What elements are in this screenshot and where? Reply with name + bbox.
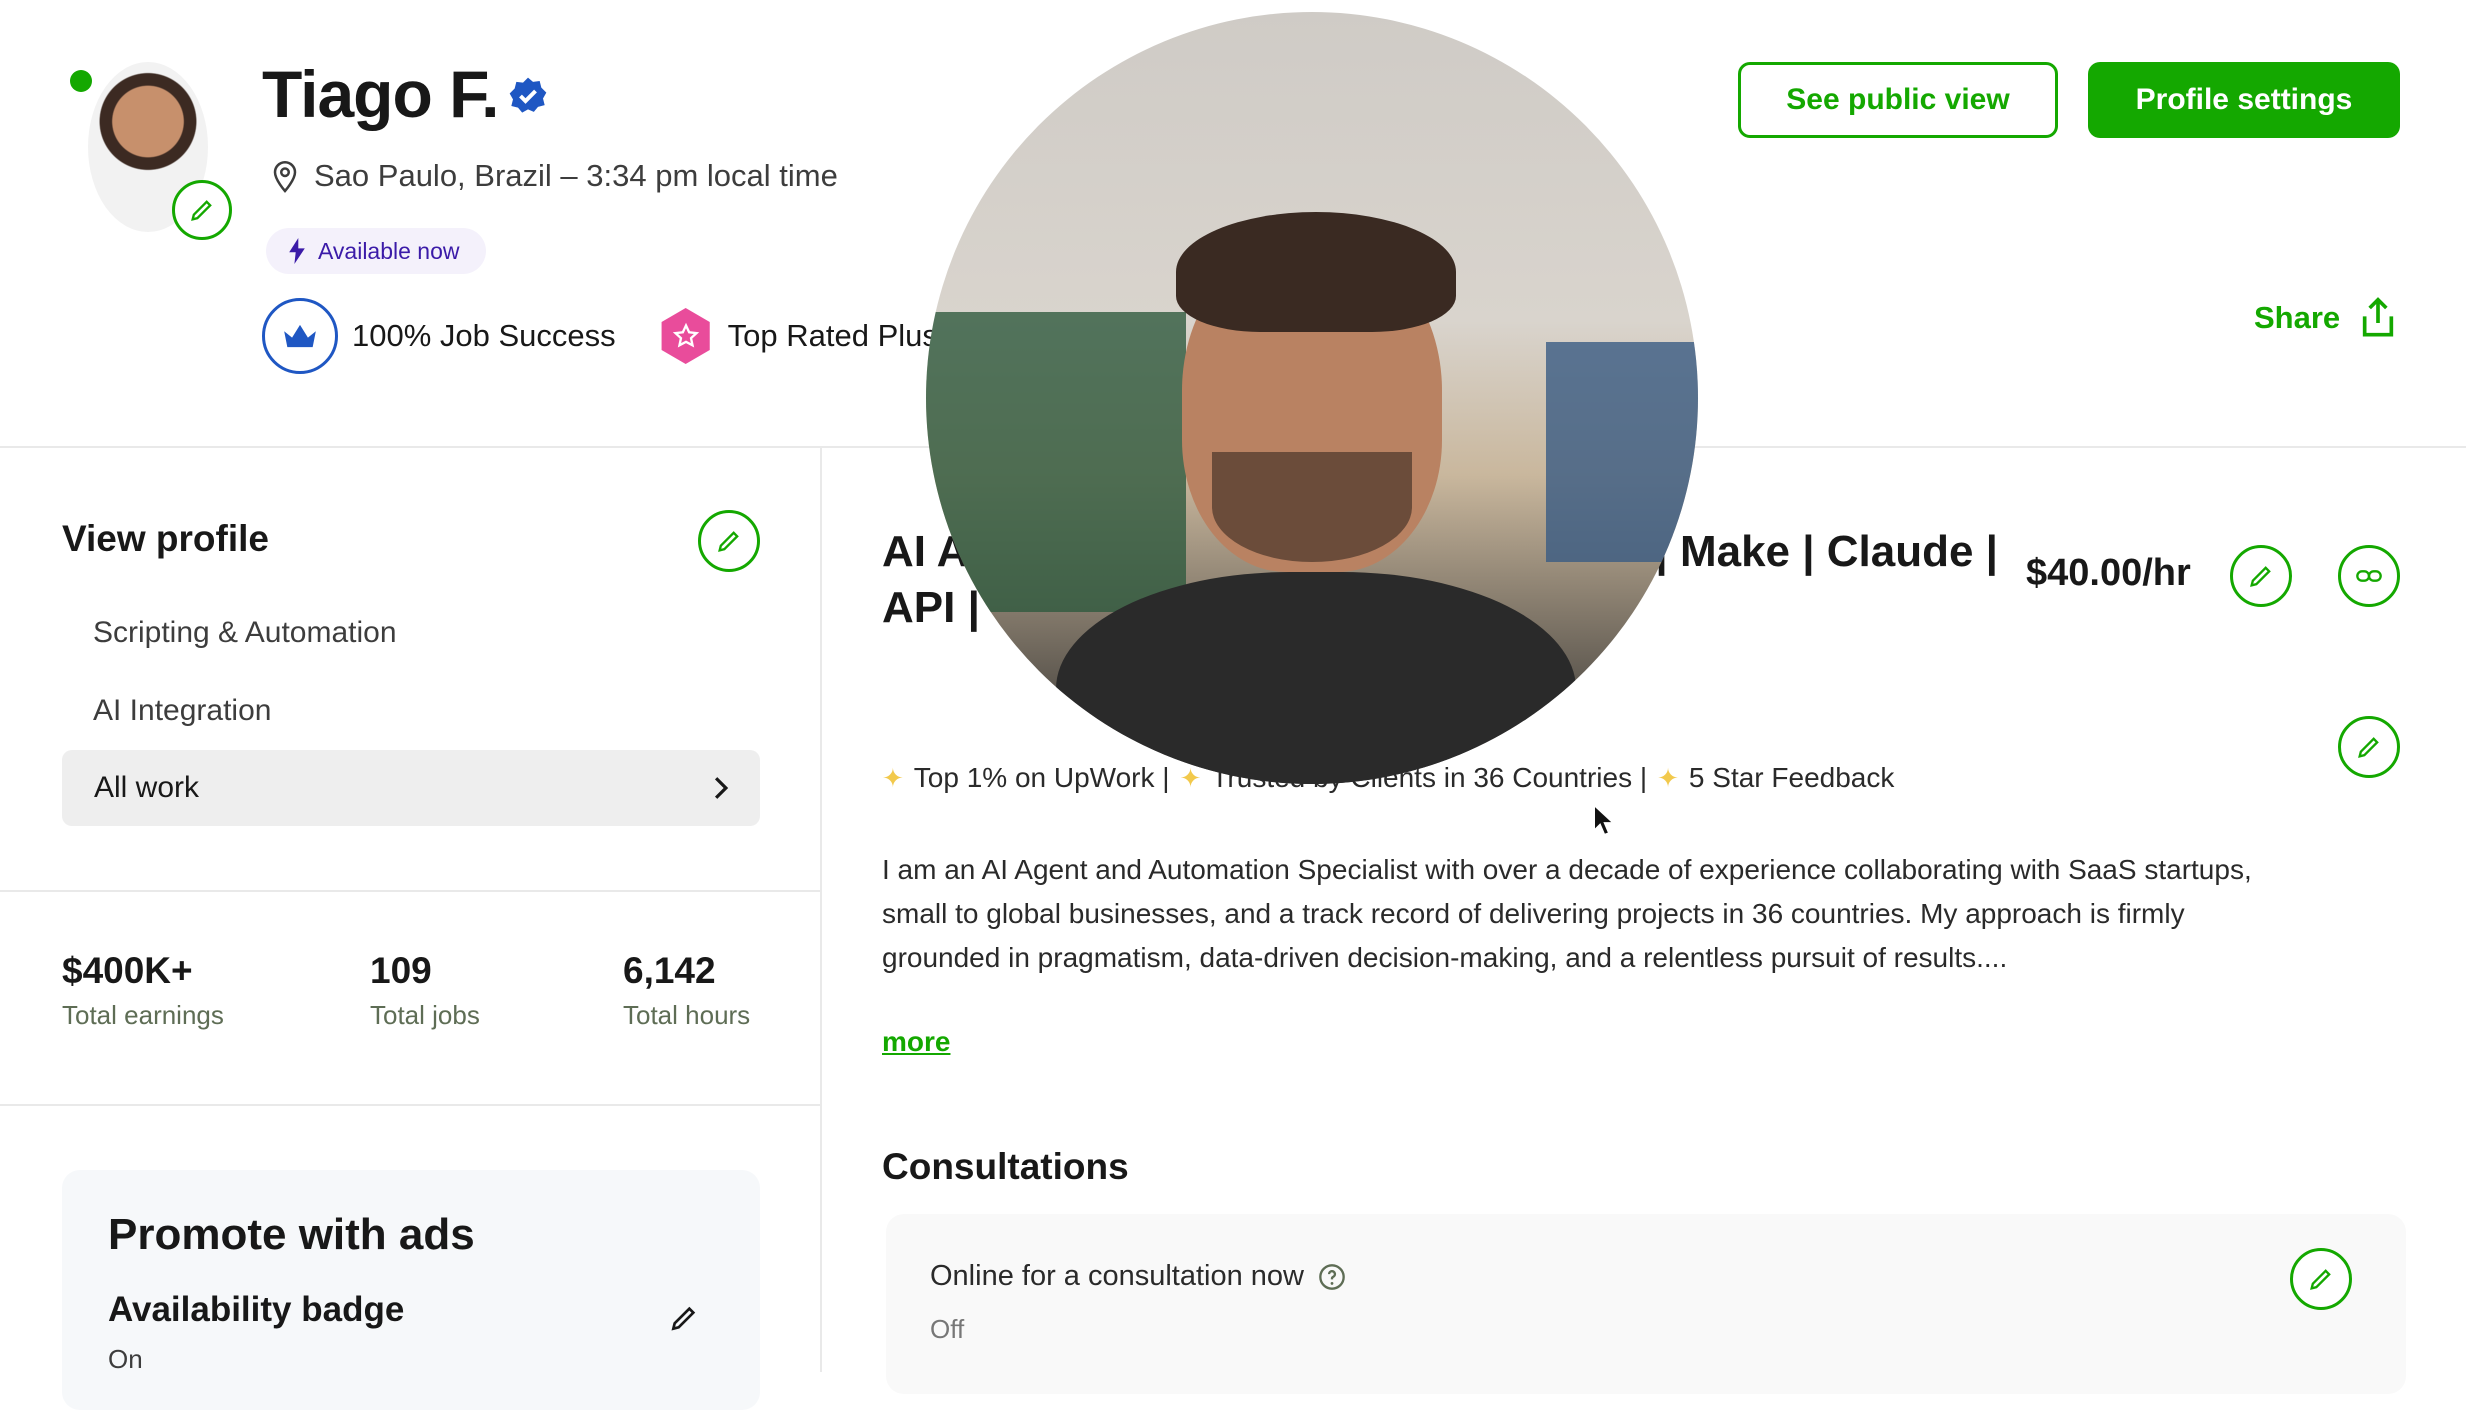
stat-label: Total jobs: [370, 1000, 480, 1030]
stat-label: Total hours: [623, 1000, 751, 1030]
link-icon: [2356, 570, 2382, 582]
edit-rate-button[interactable]: [2230, 545, 2292, 607]
stat-total-jobs: 109 Total jobs: [370, 950, 480, 1031]
location-text: Sao Paulo, Brazil – 3:34 pm local time: [314, 158, 838, 193]
webcam-person-beard: [1212, 452, 1412, 562]
chevron-right-icon: [714, 777, 729, 799]
help-icon[interactable]: [1318, 1263, 1346, 1291]
pencil-icon: [191, 200, 212, 221]
webcam-overlay: [926, 12, 1698, 784]
consultations-heading: Consultations: [882, 1146, 1129, 1187]
availability-pill[interactable]: Available now: [266, 228, 486, 274]
highlight-text: 5 Star Feedback: [1688, 762, 1895, 793]
share-label: Share: [2254, 300, 2341, 335]
share-button[interactable]: Share: [2254, 296, 2398, 340]
pencil-icon: [2310, 1269, 2331, 1290]
sidebar-divider: [820, 446, 822, 1372]
sidebar-item-all-work[interactable]: All work: [62, 750, 760, 826]
mouse-cursor-icon: [1593, 804, 1614, 836]
location-row: Sao Paulo, Brazil – 3:34 pm local time: [270, 158, 838, 194]
sidebar-item-label: All work: [94, 771, 200, 804]
sidebar-item-scripting-automation[interactable]: Scripting & Automation: [93, 616, 397, 650]
sidebar-item-ai-integration[interactable]: AI Integration: [93, 694, 271, 728]
hourly-rate: $40.00/hr: [2026, 552, 2191, 594]
edit-view-profile-button[interactable]: [698, 510, 760, 572]
consultation-card: [886, 1214, 2406, 1394]
consultation-row: Online for a consultation now: [930, 1260, 1346, 1293]
webcam-person-hair: [1176, 212, 1456, 332]
promote-title: Promote with ads: [108, 1210, 475, 1259]
top-rated-text: Top Rated Plus: [727, 318, 938, 353]
sidebar-divider-bottom: [0, 1104, 820, 1106]
share-icon: [2363, 297, 2394, 337]
title-part: | Make | Claude |: [1655, 527, 1998, 576]
edit-overview-button[interactable]: [2338, 716, 2400, 778]
webcam-person-body: [1056, 572, 1576, 784]
consultation-value: Off: [930, 1314, 965, 1344]
edit-availability-badge-icon[interactable]: [668, 1302, 700, 1334]
pencil-icon: [718, 531, 739, 552]
availability-badge-label: Availability badge: [108, 1290, 405, 1329]
edit-avatar-button[interactable]: [172, 180, 232, 240]
see-public-view-button[interactable]: See public view: [1738, 62, 2058, 138]
stat-total-earnings: $400K+ Total earnings: [62, 950, 224, 1031]
copy-link-button[interactable]: [2338, 545, 2400, 607]
consultation-label: Online for a consultation now: [930, 1260, 1304, 1292]
stat-value: $400K+: [62, 950, 193, 991]
view-profile-heading: View profile: [62, 518, 269, 559]
stat-label: Total earnings: [62, 1000, 224, 1030]
verified-badge-icon: [509, 77, 547, 113]
edit-consultation-button[interactable]: [2290, 1248, 2352, 1310]
online-status-dot: [70, 70, 92, 92]
sidebar-divider-top: [0, 890, 820, 892]
sparkle-icon: ✦: [1657, 762, 1679, 793]
job-success-badge-icon: [262, 298, 338, 374]
lightning-icon: [289, 238, 305, 264]
top-rated-plus-icon: [661, 308, 710, 364]
stat-value: 109: [370, 950, 432, 991]
stat-value: 6,142: [623, 950, 716, 991]
pencil-icon: [2250, 566, 2271, 587]
job-success-text: 100% Job Success: [352, 318, 616, 353]
more-link[interactable]: more: [882, 1026, 950, 1058]
profile-bio: I am an AI Agent and Automation Speciali…: [882, 854, 2252, 973]
profile-name: Tiago F.: [262, 57, 499, 131]
availability-badge-value: On: [108, 1344, 143, 1374]
availability-text: Available now: [318, 237, 460, 264]
pencil-icon: [2358, 737, 2379, 758]
stat-total-hours: 6,142 Total hours: [623, 950, 750, 1031]
profile-settings-button[interactable]: Profile settings: [2088, 62, 2400, 138]
webcam-background-left: [926, 312, 1186, 612]
location-pin-icon: [273, 161, 297, 193]
sparkle-icon: ✦: [882, 762, 904, 793]
badges-row: 100% Job Success Top Rated Plus: [262, 298, 938, 374]
webcam-background-right: [1546, 342, 1698, 562]
